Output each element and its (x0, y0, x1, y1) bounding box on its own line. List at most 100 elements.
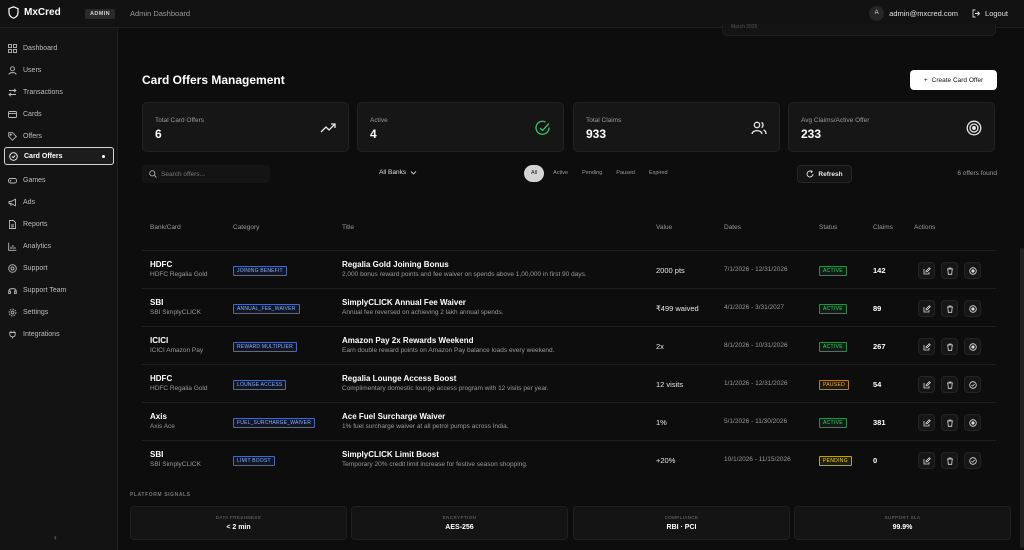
status-badge: PAUSED (819, 380, 849, 390)
document-icon (8, 219, 17, 229)
offer-dates: 1/1/2026 - 12/31/2026 (724, 380, 788, 387)
edit-icon (923, 304, 931, 312)
filter-all[interactable]: All (524, 165, 545, 182)
brand[interactable]: MxCred (8, 6, 61, 19)
offer-value: 1% (656, 418, 667, 427)
table-row[interactable]: Axis Axis Ace FUEL_SURCHARGE_WAIVER Ace F… (142, 402, 996, 440)
table-row[interactable]: SBI SBI SimplyCLICK LIMIT BOOST SimplyCLI… (142, 440, 996, 478)
column-header-dates: Dates (724, 224, 741, 231)
stat-value: 233 (801, 127, 822, 141)
category-badge: LIMIT BOOST (233, 456, 275, 466)
check-circle-icon (968, 380, 977, 389)
edit-button[interactable] (918, 300, 935, 317)
sidebar-item-card-offers[interactable]: Card Offers (4, 147, 114, 165)
offer-dates: 7/1/2026 - 12/31/2026 (724, 266, 788, 273)
table-row[interactable]: HDFC HDFC Regalia Gold LOUNGE ACCESS Rega… (142, 364, 996, 402)
claims-count: 142 (873, 266, 886, 275)
sidebar-item-label: Support (23, 264, 48, 272)
table-row[interactable]: SBI SBI SimplyCLICK ANNUAL_FEE_WAIVER Sim… (142, 288, 996, 326)
filter-active[interactable]: Active (548, 165, 573, 182)
trash-icon (946, 457, 953, 465)
bank-filter-select[interactable]: All Banks (379, 169, 417, 176)
delete-button[interactable] (941, 338, 958, 355)
signal-value: < 2 min (226, 524, 251, 531)
offer-description: Complimentary domestic lounge access pro… (342, 385, 549, 392)
sidebar-item-games[interactable]: Games (4, 171, 114, 189)
platform-signals-title: PLATFORM SIGNALS (130, 492, 191, 498)
edit-button[interactable] (918, 338, 935, 355)
sidebar-item-cards[interactable]: Cards (4, 105, 114, 123)
column-header-bank-card: Bank/Card (150, 224, 181, 231)
pause-button[interactable] (964, 262, 981, 279)
active-indicator (102, 155, 105, 158)
filter-expired[interactable]: Expired (644, 165, 673, 182)
logout-icon (972, 9, 981, 18)
filter-paused[interactable]: Paused (611, 165, 640, 182)
category-badge: FUEL_SURCHARGE_WAIVER (233, 418, 316, 428)
create-card-offer-button[interactable]: + Create Card Offer (910, 70, 997, 90)
results-count: 6 offers found (957, 170, 997, 177)
delete-button[interactable] (941, 414, 958, 431)
partial-card: March 2026 (722, 24, 996, 36)
sidebar-item-dashboard[interactable]: Dashboard (4, 39, 114, 57)
sidebar-item-reports[interactable]: Reports (4, 215, 114, 233)
search-box[interactable] (142, 165, 270, 183)
collapse-sidebar-button[interactable]: ‹ (54, 533, 57, 542)
stat-label: Avg Claims/Active Offer (801, 117, 870, 124)
card-name: ICICI Amazon Pay (150, 347, 204, 354)
sidebar-item-analytics[interactable]: Analytics (4, 237, 114, 255)
sidebar-item-support[interactable]: Support (4, 259, 114, 277)
user-menu[interactable]: A admin@mxcred.com (869, 6, 958, 21)
table-row[interactable]: HDFC HDFC Regalia Gold JOINING BENEFIT Re… (142, 250, 996, 288)
stat-card-avg-claims: Avg Claims/Active Offer 233 (788, 102, 995, 152)
stat-label: Active (370, 117, 388, 124)
offer-dates: 4/1/2026 - 3/31/2027 (724, 304, 784, 311)
signal-card-encryption: ENCRYPTION AES-256 (351, 506, 568, 540)
category-badge: LOUNGE ACCESS (233, 380, 287, 390)
edit-button[interactable] (918, 262, 935, 279)
sidebar-item-ads[interactable]: Ads (4, 193, 114, 211)
activate-button[interactable] (964, 376, 981, 393)
claims-count: 0 (873, 456, 878, 465)
pause-button[interactable] (964, 414, 981, 431)
pause-button[interactable] (964, 300, 981, 317)
scrollbar[interactable] (1020, 248, 1024, 548)
filter-pending[interactable]: Pending (577, 165, 607, 182)
chevron-down-icon (410, 169, 417, 176)
sidebar-item-transactions[interactable]: Transactions (4, 83, 114, 101)
edit-button[interactable] (918, 452, 935, 469)
offer-description: Annual fee reversed on achieving 2 lakh … (342, 309, 504, 316)
offer-title: Regalia Gold Joining Bonus (342, 260, 449, 269)
activate-button[interactable] (964, 452, 981, 469)
logout-button[interactable]: Logout (972, 9, 1008, 18)
sidebar-item-offers[interactable]: Offers (4, 127, 114, 145)
sidebar-item-integrations[interactable]: Integrations (4, 325, 114, 343)
column-header-claims: Claims (873, 224, 893, 231)
headset-icon (8, 286, 17, 295)
edit-button[interactable] (918, 414, 935, 431)
claims-count: 381 (873, 418, 886, 427)
status-badge: ACTIVE (819, 266, 847, 276)
delete-button[interactable] (941, 300, 958, 317)
offer-description: 2,000 bonus reward points and fee waiver… (342, 271, 587, 278)
refresh-button[interactable]: Refresh (797, 165, 852, 183)
edit-icon (923, 380, 931, 388)
edit-button[interactable] (918, 376, 935, 393)
sidebar-item-support-team[interactable]: Support Team (4, 281, 114, 299)
status-filter-tabs: All Active Pending Paused Expired (524, 165, 673, 182)
pause-button[interactable] (964, 338, 981, 355)
column-header-title: Title (342, 224, 355, 231)
plus-icon: + (923, 76, 928, 84)
sidebar-item-settings[interactable]: Settings (4, 303, 114, 321)
signal-value: AES-256 (445, 524, 474, 531)
delete-button[interactable] (941, 452, 958, 469)
category-badge: JOINING BENEFIT (233, 266, 287, 276)
delete-button[interactable] (941, 262, 958, 279)
search-input[interactable] (161, 170, 261, 178)
sidebar-item-label: Reports (23, 220, 48, 228)
sidebar-item-users[interactable]: Users (4, 61, 114, 79)
table-row[interactable]: ICICI ICICI Amazon Pay REWARD MULTIPLIER … (142, 326, 996, 364)
card-name: SBI SimplyCLICK (150, 309, 201, 316)
offer-dates: 8/1/2026 - 10/31/2026 (724, 342, 788, 349)
delete-button[interactable] (941, 376, 958, 393)
